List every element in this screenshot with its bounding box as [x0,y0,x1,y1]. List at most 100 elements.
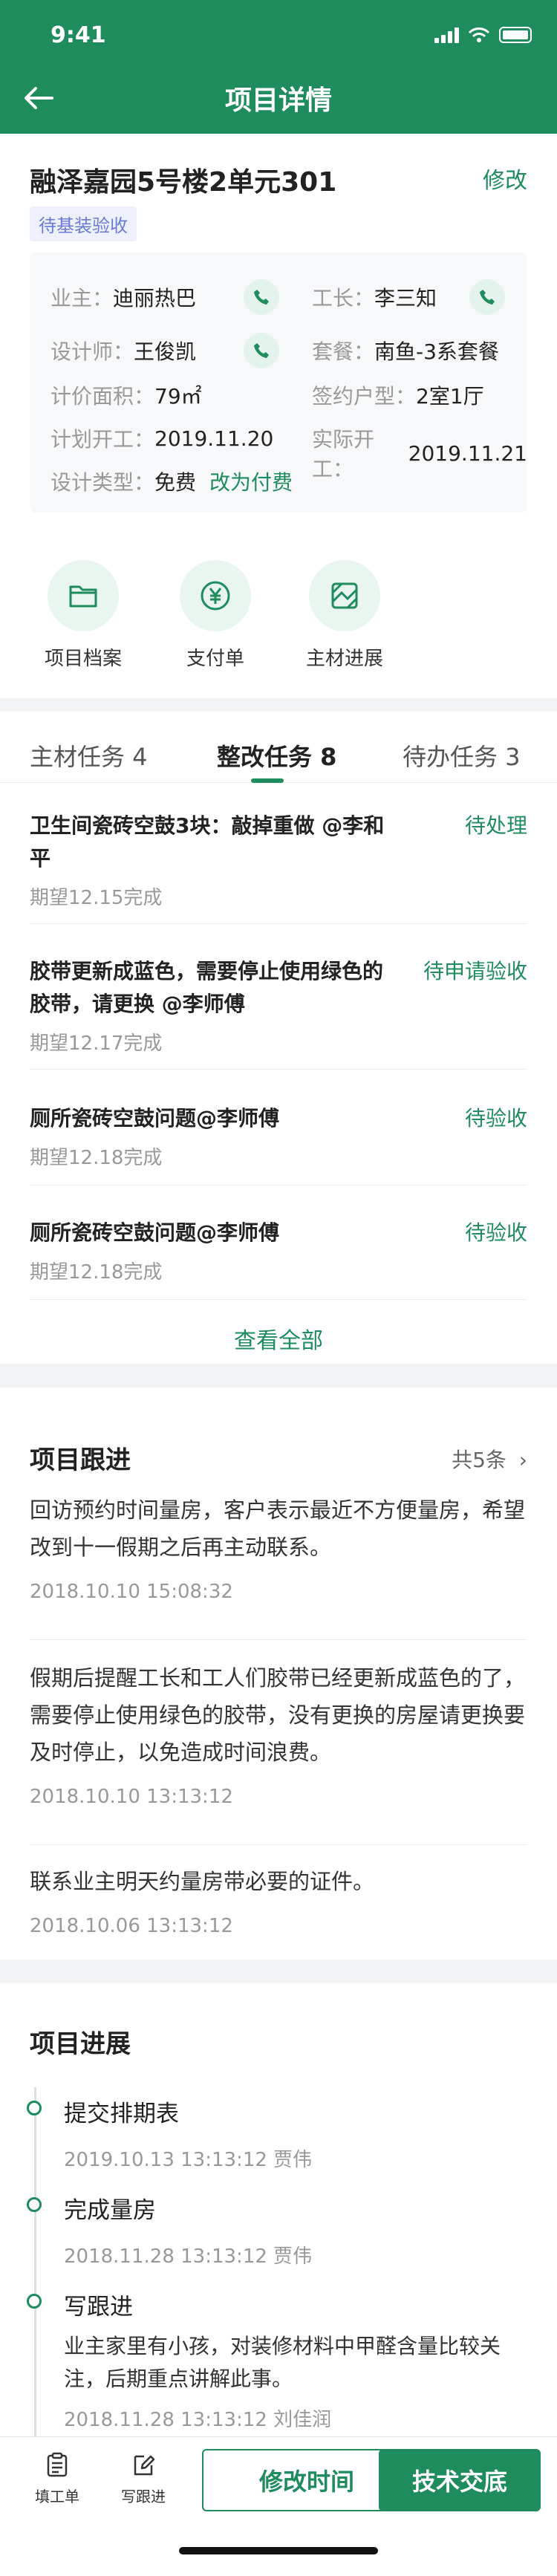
plan-start-field: 计划开工： 2019.11.20 [51,423,273,453]
project-card: 融泽嘉园5号楼2单元301 修改 待基装验收 业主： 迪丽热巴 工长： 李三知 … [0,134,557,698]
yuan-icon [180,560,251,631]
battery-icon [499,27,532,43]
task-title: 厕所瓷砖空鼓问题@李师傅 [30,1106,280,1131]
task-status: 待验收 [464,1220,527,1245]
shortcut-label: 支付单 [186,648,244,670]
bottom-action-bar: 填工单 写跟进 修改时间 技术交底 [0,2436,557,2576]
step-title: 提交排期表 [64,2101,179,2127]
task-title: 卫生间瓷砖空鼓3块：敲掉重做 @李和平 [30,813,385,871]
shortcut-payment[interactable]: 支付单 [156,560,275,671]
followup-time: 2018.10.10 15:08:32 [30,1581,233,1603]
active-tab-indicator [251,778,284,783]
progress-title: 项目进展 [30,2029,131,2059]
info-row: 计价面积： 79㎡ 签约户型： 2室1厅 [30,380,527,410]
shortcut-label: 主材进展 [305,648,383,670]
step-meta: 2018.11.28 13:13:12 贾伟 [64,2245,313,2268]
fill-work-order-button[interactable]: 填工单 [24,2452,91,2506]
designer-field: 设计师： 王俊凯 [51,336,196,365]
wifi-icon [468,27,490,42]
task-due: 期望12.18完成 [30,1261,163,1284]
status-time: 9:41 [51,22,106,48]
layout-value: 2室1厅 [416,384,484,409]
followup-content: 假期后提醒工长和工人们胶带已经更新成蓝色的了，需要停止使用绿色的胶带，没有更换的… [30,1665,526,1765]
designer-label: 设计师： [51,339,134,364]
timeline-step: 写跟进 业主家里有小孩，对装修材料中甲醛含量比较关注，后期重点讲解此事。 201… [64,2288,532,2432]
shortcut-material-progress[interactable]: 主材进展 [285,560,404,671]
call-foreman-phone-icon[interactable] [469,279,505,315]
material-icon [309,560,380,631]
design-type-field: 设计类型： 免费 改为付费 [51,466,293,496]
owner-field: 业主： 迪丽热巴 [51,282,196,312]
chevron-right-icon: › [518,1448,527,1472]
list-item[interactable]: 胶带更新成蓝色，需要停止使用绿色的胶带，请更换 @李师傅 待申请验收 期望12.… [30,955,527,1070]
task-title: 胶带更新成蓝色，需要停止使用绿色的胶带，请更换 @李师傅 [30,959,384,1016]
layout-label: 签约户型： [312,384,417,409]
tasks-card: 主材任务 4 整改任务 8 待办任务 3 卫生间瓷砖空鼓3块：敲掉重做 @李和平… [0,712,557,1364]
task-status: 待验收 [464,1106,527,1131]
edit-project-link[interactable]: 修改 [483,162,527,195]
owner-value: 迪丽热巴 [113,286,197,310]
list-item[interactable]: 厕所瓷砖空鼓问题@李师傅 待验收 期望12.18完成 [30,1217,527,1300]
edit-icon [134,2455,155,2476]
followup-time: 2018.10.10 13:13:12 [30,1786,233,1808]
project-title: 融泽嘉园5号楼2单元301 [30,167,337,198]
status-bar: 9:41 [0,19,557,56]
tab-material-tasks[interactable]: 主材任务 4 [30,738,148,773]
step-title: 写跟进 [64,2294,133,2320]
design-type-label: 设计类型： [51,470,155,495]
timeline-node [27,2197,42,2212]
view-all-link[interactable]: 查看全部 [0,1322,557,1355]
step-meta: 2018.11.28 13:13:12 刘佳润 [64,2409,332,2431]
task-due: 期望12.18完成 [30,1147,163,1169]
folder-icon [48,560,119,631]
write-followup-button[interactable]: 写跟进 [110,2452,177,2506]
nav-bar: 项目详情 [0,71,557,123]
step-meta: 2019.10.13 13:13:12 贾伟 [64,2149,313,2171]
info-row: 设计类型： 免费 改为付费 [30,466,527,496]
foreman-label: 工长： [312,286,375,310]
area-field: 计价面积： 79㎡ [51,380,202,410]
change-to-paid-link[interactable]: 改为付费 [209,466,293,496]
list-item: 回访预约时间量房，客户表示最近不方便量房，希望改到十一假期之后再主动联系。 20… [30,1492,527,1640]
call-designer-phone-icon[interactable] [244,333,279,368]
tab-todo-tasks[interactable]: 待办任务 3 [403,738,521,773]
area-label: 计价面积： [51,384,155,409]
shortcut-label: 项目档案 [44,648,122,670]
status-badge: 待基装验收 [30,206,137,241]
area-value: 79㎡ [154,384,202,409]
followup-time: 2018.10.06 13:13:12 [30,1915,233,1937]
top-bar: 9:41 项目详情 [0,0,557,134]
package-label: 套餐： [312,339,375,364]
foreman-value: 李三知 [374,286,437,310]
task-status: 待处理 [464,813,527,838]
status-icons [434,27,532,43]
design-type-value: 免费 [154,470,197,495]
followup-content: 回访预约时间量房，客户表示最近不方便量房，希望改到十一假期之后再主动联系。 [30,1497,526,1560]
list-item[interactable]: 厕所瓷砖空鼓问题@李师傅 待验收 期望12.18完成 [30,1102,527,1185]
task-tabs: 主材任务 4 整改任务 8 待办任务 3 [0,712,557,783]
fill-work-order-label: 填工单 [35,2488,79,2505]
plan-start-value: 2019.11.20 [154,426,274,451]
tech-handover-button[interactable]: 技术交底 [379,2449,541,2511]
timeline-node [27,2101,42,2115]
shortcut-project-archive[interactable]: 项目档案 [24,560,143,671]
task-due: 期望12.17完成 [30,1032,163,1055]
step-title: 完成量房 [64,2197,156,2224]
signal-icon [434,27,459,43]
list-item[interactable]: 卫生间瓷砖空鼓3块：敲掉重做 @李和平 待处理 期望12.15完成 [30,810,527,924]
clipboard-icon [47,2452,68,2477]
timeline-step: 提交排期表 2019.10.13 13:13:12 贾伟 [64,2095,532,2172]
followups-count: 共5条 [452,1448,506,1472]
followups-count-link[interactable]: 共5条 › [452,1444,527,1474]
timeline-node [27,2294,42,2309]
list-item: 联系业主明天约量房带必要的证件。 2018.10.06 13:13:12 [30,1863,527,1952]
foreman-field: 工长： 李三知 [312,282,437,312]
actual-start-value: 2019.11.21 [408,440,527,466]
designer-value: 王俊凯 [134,339,197,364]
followups-card: 项目跟进 共5条 › 回访预约时间量房，客户表示最近不方便量房，希望改到十一假期… [0,1388,557,1959]
list-item: 假期后提醒工长和工人们胶带已经更新成蓝色的了，需要停止使用绿色的胶带，没有更换的… [30,1659,527,1845]
tab-rectify-tasks[interactable]: 整改任务 8 [217,738,336,773]
write-followup-label: 写跟进 [121,2488,166,2505]
page-title: 项目详情 [224,85,332,116]
call-owner-phone-icon[interactable] [244,279,279,315]
